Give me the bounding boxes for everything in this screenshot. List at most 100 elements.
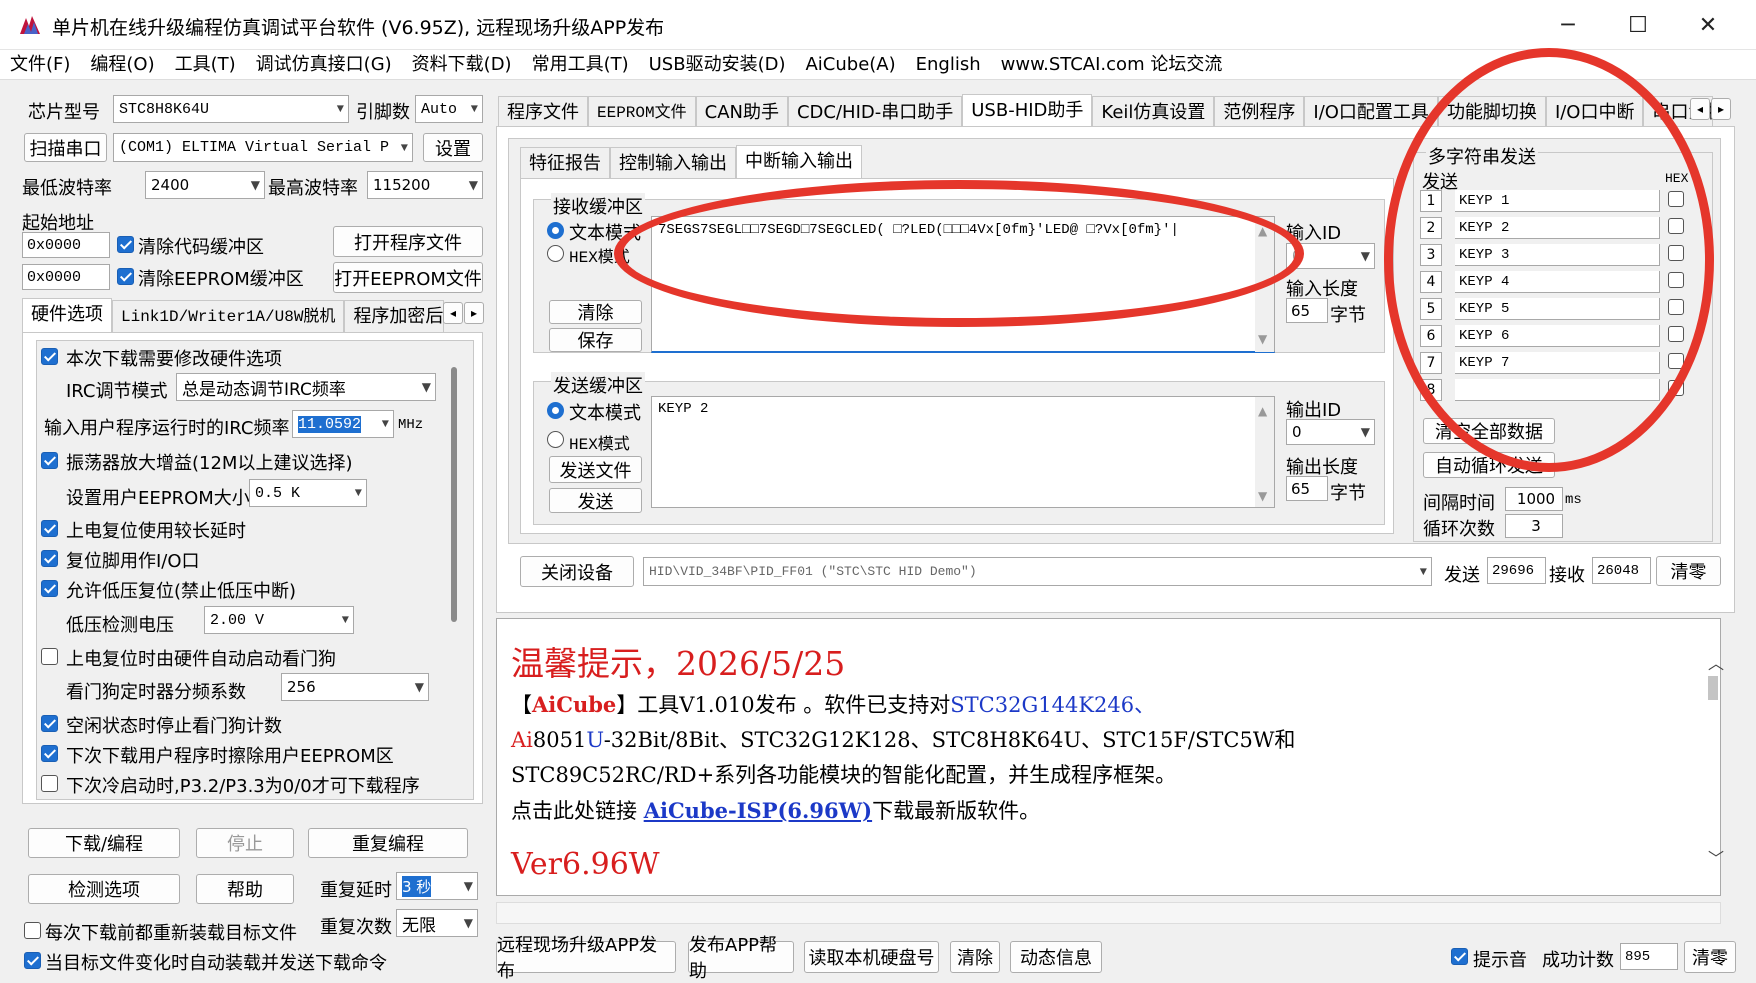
long-reset-checkbox[interactable] [41,520,58,537]
app-help-button[interactable]: 发布APP帮助 [688,935,794,982]
tab-hardware-options[interactable]: 硬件选项 [22,298,112,332]
multi-hex-4-checkbox[interactable] [1668,272,1684,288]
menu-common-tools[interactable]: 常用工具(T) [522,50,639,80]
send-textarea[interactable]: KEYP 2 [651,396,1275,508]
output-length-field[interactable]: 65 [1286,476,1328,501]
receive-textarea[interactable]: 7SEGS7SEGL□□7SEGD□7SEGCLED( □?LED(□□□4Vx… [651,216,1275,353]
eeprom-address-field[interactable]: 0x0000 [22,264,110,290]
multi-send-4-button[interactable]: 4 [1420,271,1442,293]
multi-text-2[interactable]: KEYP 2 [1455,217,1660,239]
tab-keil-settings[interactable]: Keil仿真设置 [1092,96,1215,128]
multi-hex-1-checkbox[interactable] [1668,191,1684,207]
irc-mode-select[interactable]: 总是动态调节IRC频率 ▼ [176,373,436,401]
open-eeprom-button[interactable]: 打开EEPROM文件 [333,262,483,293]
send-hex-mode-radio[interactable] [547,431,564,448]
main-tabs-scroll-right[interactable]: ▸ [1711,98,1731,120]
output-id-select[interactable]: 0 ▼ [1286,419,1375,445]
clear-code-checkbox[interactable] [117,236,134,253]
tab-offline[interactable]: Link1D/Writer1A/U8W脱机 [112,300,345,332]
input-length-field[interactable]: 65 [1286,298,1328,323]
multi-hex-2-checkbox[interactable] [1668,218,1684,234]
multi-text-3[interactable]: KEYP 3 [1455,244,1660,266]
multi-text-6[interactable]: KEYP 6 [1455,325,1660,347]
repeat-program-button[interactable]: 重复编程 [308,828,468,858]
multi-send-3-button[interactable]: 3 [1420,244,1442,266]
help-button[interactable]: 帮助 [196,874,294,904]
idle-wdt-checkbox[interactable] [41,715,58,732]
maximize-button[interactable]: ☐ [1603,0,1673,50]
multi-hex-6-checkbox[interactable] [1668,326,1684,342]
wdt-auto-checkbox[interactable] [41,648,58,665]
port-settings-button[interactable]: 设置 [423,133,483,162]
recv-clear-button[interactable]: 清除 [549,300,642,324]
tab-io-interrupt[interactable]: I/O口中断 [1545,96,1644,128]
send-button[interactable]: 发送 [549,488,642,513]
multi-send-1-button[interactable]: 1 [1420,190,1442,212]
stop-button[interactable]: 停止 [196,828,294,858]
clear-eeprom-checkbox[interactable] [117,268,134,285]
tab-eeprom-file[interactable]: EEPROM文件 [588,96,696,128]
clear-all-data-button[interactable]: 清空全部数据 [1423,418,1555,444]
menu-download[interactable]: 资料下载(D) [402,50,522,80]
port-select[interactable]: (COM1) ELTIMA Virtual Serial Port ▼ [113,133,413,162]
multi-text-5[interactable]: KEYP 5 [1455,298,1660,320]
repeat-delay-select[interactable]: 3 秒 ▼ [396,872,478,900]
scan-port-button[interactable]: 扫描串口 [24,133,107,162]
main-tabs-scroll-left[interactable]: ◂ [1690,98,1710,120]
tab-can-helper[interactable]: CAN助手 [695,96,788,128]
send-text-mode-radio[interactable] [547,402,564,419]
reset-io-checkbox[interactable] [41,550,58,567]
count-zero-button[interactable]: 清零 [1656,556,1721,586]
auto-reload-checkbox[interactable] [24,952,41,969]
read-hdd-button[interactable]: 读取本机硬盘号 [804,941,939,973]
menu-file[interactable]: 文件(F) [0,50,80,80]
auto-loop-send-button[interactable]: 自动循环发送 [1423,452,1555,478]
tab-feature-report[interactable]: 特征报告 [520,147,610,179]
multi-send-7-button[interactable]: 7 [1420,352,1442,374]
erase-eeprom-checkbox[interactable] [41,745,58,762]
device-select[interactable]: HID\VID_34BF\PID_FF01 ("STC\STC HID Demo… [643,557,1432,586]
tab-interrupt-io[interactable]: 中断输入输出 [736,145,862,179]
modify-hw-checkbox[interactable] [41,348,58,365]
recv-text-mode-radio[interactable] [547,222,564,239]
chip-select[interactable]: STC8H8K64U ▼ [113,95,349,123]
menu-program[interactable]: 编程(O) [80,50,164,80]
tab-program-file[interactable]: 程序文件 [498,96,588,128]
multi-hex-5-checkbox[interactable] [1668,299,1684,315]
reload-each-checkbox[interactable] [24,922,41,939]
tab-cdc-hid-serial[interactable]: CDC/HID-串口助手 [787,96,963,128]
menu-aicube[interactable]: AiCube(A) [795,50,905,80]
menu-debug[interactable]: 调试仿真接口(G) [246,50,402,80]
multi-send-5-button[interactable]: 5 [1420,298,1442,320]
eeprom-size-select[interactable]: 0.5 K ▼ [249,479,367,507]
notice-hscrollbar[interactable] [496,902,1721,924]
notice-scrollbar-thumb[interactable] [1708,676,1718,700]
open-program-button[interactable]: 打开程序文件 [333,226,483,257]
tab-usb-hid-helper[interactable]: USB-HID助手 [962,94,1093,128]
multi-send-8-button[interactable]: 8 [1420,379,1442,401]
multi-hex-3-checkbox[interactable] [1668,245,1684,261]
recv-save-button[interactable]: 保存 [549,328,642,352]
multi-text-8[interactable] [1455,379,1660,401]
multi-send-6-button[interactable]: 6 [1420,325,1442,347]
multi-send-2-button[interactable]: 2 [1420,217,1442,239]
menu-english[interactable]: English [906,50,991,80]
success-zero-button[interactable]: 清零 [1684,941,1736,973]
max-baud-select[interactable]: 115200 ▼ [367,171,483,199]
close-button[interactable]: ✕ [1673,0,1743,50]
aicube-download-link[interactable]: AiCube-ISP(6.96W) [644,798,872,823]
loop-count-field[interactable]: 3 [1505,514,1563,538]
irc-freq-select[interactable]: 11.0592 ▼ [292,410,394,438]
cold-boot-checkbox[interactable] [41,775,58,792]
multi-text-4[interactable]: KEYP 4 [1455,271,1660,293]
wdt-prescaler-select[interactable]: 256 ▼ [281,673,429,701]
tab-encryption[interactable]: 程序加密后 [344,300,445,332]
tab-pin-switch[interactable]: 功能脚切换 [1437,96,1546,128]
menu-website[interactable]: www.STCAI.com 论坛交流 [991,50,1233,80]
osc-gain-checkbox[interactable] [41,452,58,469]
send-file-button[interactable]: 发送文件 [549,456,642,483]
download-button[interactable]: 下载/编程 [28,828,180,858]
minimize-button[interactable]: ─ [1533,0,1603,50]
tab-scroll-right-button[interactable]: ▸ [464,302,484,324]
multi-hex-8-checkbox[interactable] [1668,380,1684,396]
